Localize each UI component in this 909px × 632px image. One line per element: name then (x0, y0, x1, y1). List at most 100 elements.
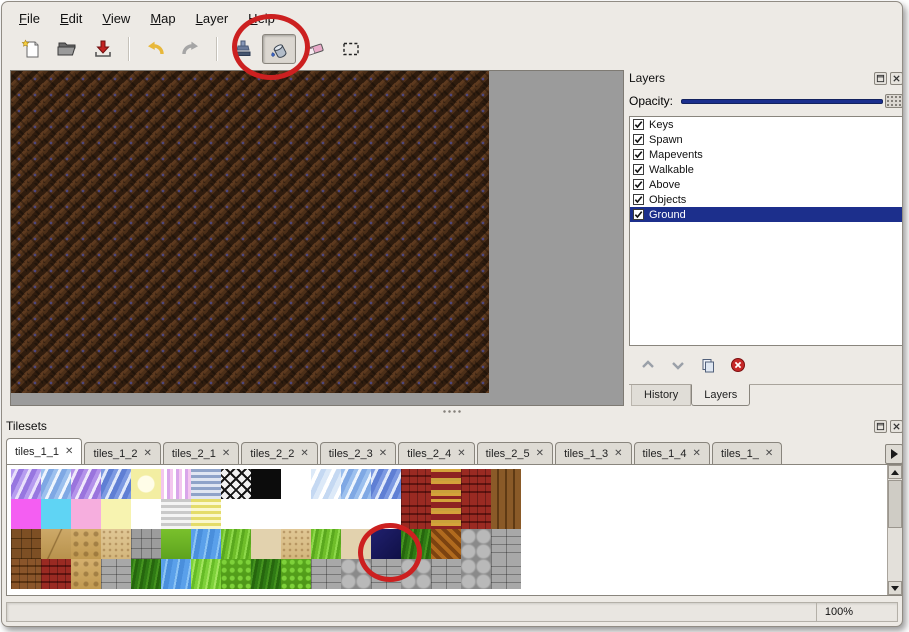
tile-3-1[interactable] (41, 559, 71, 589)
tile-3-12[interactable] (371, 559, 401, 589)
tile-2-2[interactable] (71, 529, 101, 559)
tile-1-7[interactable] (221, 499, 251, 529)
tileset-tab-tiles_2_1[interactable]: tiles_2_1✕ (163, 442, 239, 464)
tile-1-11[interactable] (341, 499, 371, 529)
tab-close-icon[interactable]: ✕ (457, 449, 465, 459)
panel-splitter[interactable] (6, 407, 898, 416)
layer-visibility-checkbox[interactable] (633, 119, 644, 130)
tile-1-14[interactable] (431, 499, 461, 529)
tileset-tab-tiles_1_[interactable]: tiles_1_✕ (712, 442, 782, 464)
layer-row-above[interactable]: Above (630, 177, 902, 192)
tile-3-2[interactable] (71, 559, 101, 589)
map-canvas[interactable] (11, 71, 489, 393)
tile-1-5[interactable] (161, 499, 191, 529)
tile-0-13[interactable] (401, 469, 431, 499)
tile-1-10[interactable] (311, 499, 341, 529)
layer-visibility-checkbox[interactable] (633, 194, 644, 205)
tileset-scrollbar[interactable] (887, 465, 902, 595)
layer-row-ground[interactable]: Ground (630, 207, 902, 222)
tile-1-0[interactable] (11, 499, 41, 529)
tile-2-14[interactable] (431, 529, 461, 559)
tile-3-0[interactable] (11, 559, 41, 589)
save-map-button[interactable] (86, 34, 120, 64)
rect-select-tool-button[interactable] (334, 34, 368, 64)
tile-2-1[interactable] (41, 529, 71, 559)
tile-3-7[interactable] (221, 559, 251, 589)
tile-1-12[interactable] (371, 499, 401, 529)
tile-0-9[interactable] (281, 469, 311, 499)
tile-1-3[interactable] (101, 499, 131, 529)
tab-close-icon[interactable]: ✕ (693, 449, 701, 459)
layers-float-button[interactable] (874, 72, 887, 85)
tab-close-icon[interactable]: ✕ (536, 449, 544, 459)
tab-close-icon[interactable]: ✕ (765, 449, 773, 459)
tile-0-16[interactable] (491, 469, 521, 499)
tile-2-6[interactable] (191, 529, 221, 559)
tab-close-icon[interactable]: ✕ (143, 449, 151, 459)
tile-3-11[interactable] (341, 559, 371, 589)
tile-3-9[interactable] (281, 559, 311, 589)
tileset-tab-tiles_1_2[interactable]: tiles_1_2✕ (84, 442, 160, 464)
tile-2-0[interactable] (11, 529, 41, 559)
menu-file[interactable]: File (10, 9, 49, 28)
duplicate-layer-button[interactable] (699, 356, 717, 374)
layer-row-keys[interactable]: Keys (630, 117, 902, 132)
scroll-down-button[interactable] (888, 581, 902, 595)
tileset-tab-tiles_2_3[interactable]: tiles_2_3✕ (320, 442, 396, 464)
tileset-tab-tiles_1_4[interactable]: tiles_1_4✕ (634, 442, 710, 464)
tilesets-close-button[interactable] (890, 420, 903, 433)
menu-view[interactable]: View (93, 9, 139, 28)
undo-button[interactable] (138, 34, 172, 64)
tile-1-4[interactable] (131, 499, 161, 529)
tile-1-9[interactable] (281, 499, 311, 529)
tile-0-11[interactable] (341, 469, 371, 499)
tileset-tab-tiles_2_5[interactable]: tiles_2_5✕ (477, 442, 553, 464)
tile-3-15[interactable] (461, 559, 491, 589)
tile-0-1[interactable] (41, 469, 71, 499)
tile-1-1[interactable] (41, 499, 71, 529)
tile-2-9[interactable] (281, 529, 311, 559)
layer-visibility-checkbox[interactable] (633, 164, 644, 175)
layer-visibility-checkbox[interactable] (633, 179, 644, 190)
layer-visibility-checkbox[interactable] (633, 149, 644, 160)
tile-0-10[interactable] (311, 469, 341, 499)
tile-0-14[interactable] (431, 469, 461, 499)
tile-0-12[interactable] (371, 469, 401, 499)
tab-close-icon[interactable]: ✕ (65, 447, 73, 457)
menu-help[interactable]: Help (239, 9, 284, 28)
lower-layer-button[interactable] (669, 356, 687, 374)
delete-layer-button[interactable] (729, 356, 747, 374)
stamp-tool-button[interactable] (226, 34, 260, 64)
opacity-slider[interactable] (681, 93, 903, 109)
layer-visibility-checkbox[interactable] (633, 209, 644, 220)
tab-scroll-right-button[interactable] (885, 444, 903, 464)
tile-1-15[interactable] (461, 499, 491, 529)
raise-layer-button[interactable] (639, 356, 657, 374)
tab-close-icon[interactable]: ✕ (379, 449, 387, 459)
tileset-tab-tiles_1_1[interactable]: tiles_1_1✕ (6, 438, 82, 464)
panel-tab-history[interactable]: History (631, 385, 691, 406)
tile-1-8[interactable] (251, 499, 281, 529)
tile-0-4[interactable] (131, 469, 161, 499)
eraser-tool-button[interactable] (298, 34, 332, 64)
tile-1-2[interactable] (71, 499, 101, 529)
tile-3-5[interactable] (161, 559, 191, 589)
layer-row-objects[interactable]: Objects (630, 192, 902, 207)
scrollbar-thumb[interactable] (888, 480, 902, 528)
tile-2-10[interactable] (311, 529, 341, 559)
tile-2-5[interactable] (161, 529, 191, 559)
tab-close-icon[interactable]: ✕ (300, 449, 308, 459)
tile-2-8[interactable] (251, 529, 281, 559)
tile-1-16[interactable] (491, 499, 521, 529)
tile-3-13[interactable] (401, 559, 431, 589)
tile-0-15[interactable] (461, 469, 491, 499)
tileset-tab-tiles_1_3[interactable]: tiles_1_3✕ (555, 442, 631, 464)
opacity-slider-handle[interactable] (885, 94, 903, 108)
open-map-button[interactable] (50, 34, 84, 64)
tile-2-11[interactable] (341, 529, 371, 559)
tile-2-16[interactable] (491, 529, 521, 559)
tile-3-10[interactable] (311, 559, 341, 589)
layer-row-mapevents[interactable]: Mapevents (630, 147, 902, 162)
menu-edit[interactable]: Edit (51, 9, 91, 28)
tile-2-12[interactable] (371, 529, 401, 559)
